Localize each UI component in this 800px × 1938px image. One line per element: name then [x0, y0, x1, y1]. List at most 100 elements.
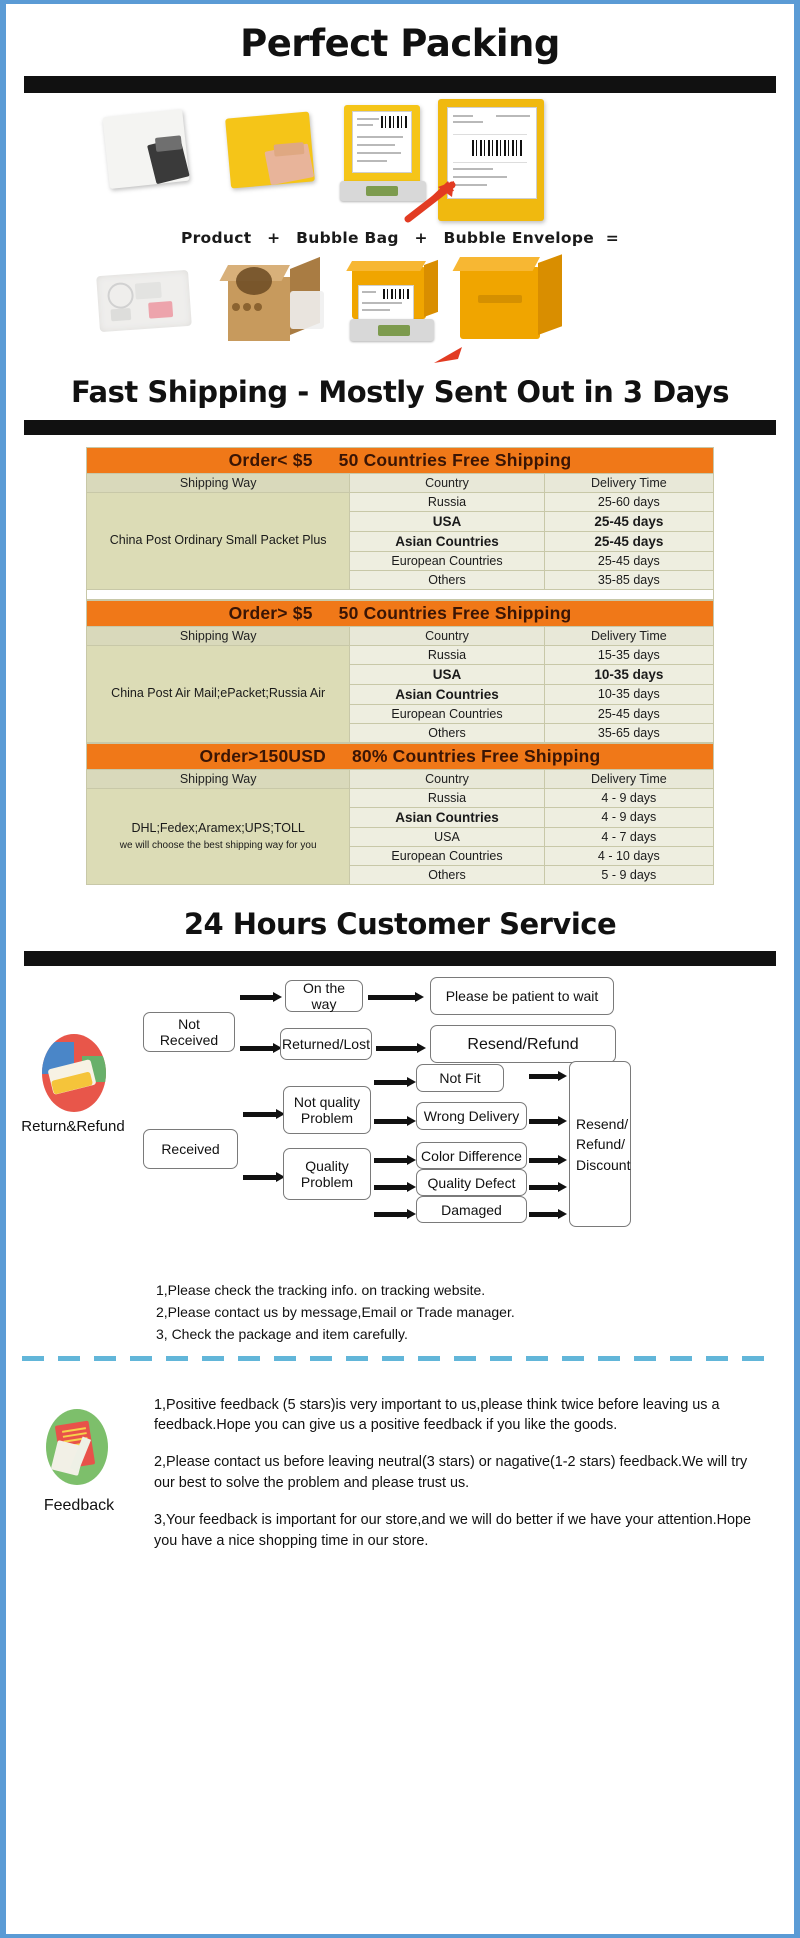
table-3-banner-right: 80% Countries Free Shipping: [351, 745, 601, 766]
table-2-country-3: European Countries: [349, 703, 545, 724]
table-2-banner-left: Order> $5: [228, 602, 313, 623]
table-1-time-1: 25-45 days: [543, 510, 715, 532]
packing-image-envelope-on-scale: [340, 104, 426, 201]
table-2-country-0: Russia: [349, 644, 545, 665]
table-1-shipping-way: China Post Ordinary Small Packet Plus: [85, 491, 351, 590]
divider-bar-1: [24, 75, 776, 93]
table-2-country-2: Asian Countries: [349, 683, 545, 705]
table-2-time-3: 25-45 days: [543, 703, 715, 724]
table-1-th-way: Shipping Way: [85, 472, 351, 493]
feedback-paragraph-2: 2,Please contact us before leaving neutr…: [154, 1454, 748, 1492]
flow-arrow-6: [243, 1172, 287, 1183]
table-3-country-3: European Countries: [349, 845, 545, 866]
table-1-time-4: 35-85 days: [543, 569, 715, 590]
packing-equation: Product + Bubble Bag + Bubble Envelope =: [6, 229, 794, 247]
feedback-label: Feedback: [43, 1496, 115, 1514]
table-3-header-row: Shipping Way Country Delivery Time: [85, 768, 715, 789]
table-3-shipping-way: DHL;Fedex;Aramex;UPS;TOLL: [131, 820, 305, 835]
eq-plus-1: +: [267, 228, 281, 247]
table-1-th-country: Country: [349, 472, 545, 493]
eq-product: Product: [180, 228, 252, 247]
packing-image-carton-box: [219, 256, 326, 343]
table-3-time-2: 4 - 7 days: [543, 826, 715, 847]
table-2-shipping-way: China Post Air Mail;ePacket;Russia Air: [85, 644, 351, 743]
flow-arrow-16: [529, 1209, 569, 1220]
flow-arrow-14: [529, 1155, 569, 1166]
table-1-country-3: European Countries: [349, 550, 545, 571]
feedback-text: 1,Positive feedback (5 stars)is very imp…: [154, 1395, 772, 1568]
table-3-th-time: Delivery Time: [543, 768, 715, 789]
flow-arrow-5: [243, 1109, 287, 1120]
flow-box-quality-problem: Quality Problem: [283, 1148, 371, 1201]
table-3-shipping-way-cell: DHL;Fedex;Aramex;UPS;TOLL we will choose…: [85, 787, 351, 885]
table-2-header-row: Shipping Way Country Delivery Time: [85, 625, 715, 646]
flow-box-damaged: Damaged: [416, 1196, 527, 1224]
flow-arrow-8: [374, 1116, 418, 1127]
shipping-table-3: Order>150USD 80% Countries Free Shipping …: [85, 742, 715, 885]
service-notes: 1,Please check the tracking info. on tra…: [156, 1280, 794, 1345]
service-note-2: 2,Please contact us by message,Email or …: [156, 1304, 515, 1321]
table-3-banner: Order>150USD 80% Countries Free Shipping: [86, 742, 714, 770]
return-refund-label: Return&Refund: [21, 1118, 125, 1136]
table-1-banner: Order< $5 50 Countries Free Shipping: [86, 446, 714, 474]
feedback-paragraph-1: 1,Positive feedback (5 stars)is very imp…: [154, 1396, 720, 1434]
heading-perfect-packing: Perfect Packing: [240, 22, 560, 65]
table-2-time-2: 10-35 days: [543, 683, 715, 705]
flow-arrow-4: [376, 1043, 428, 1054]
table-3-th-country: Country: [349, 768, 545, 789]
return-refund-flowchart: Return&Refund Not Received On the way Pl…: [6, 976, 794, 1276]
table-1-banner-left: Order< $5: [228, 449, 313, 470]
flow-arrow-12: [529, 1071, 569, 1082]
flow-box-color-difference: Color Difference: [416, 1142, 527, 1170]
flow-box-on-the-way: On the way: [285, 980, 363, 1013]
packing-images-row-2: [6, 251, 794, 371]
eq-plus-2: +: [414, 228, 428, 247]
table-1-country-2: Asian Countries: [349, 530, 545, 552]
shipping-table-1: Order< $5 50 Countries Free Shipping Ship…: [85, 446, 715, 600]
table-1-country-4: Others: [349, 569, 545, 590]
flow-box-returned-lost: Returned/Lost: [280, 1028, 372, 1061]
table-1-time-2: 25-45 days: [543, 530, 715, 552]
heading-customer-service: 24 Hours Customer Service: [183, 906, 617, 941]
shipping-tables: Order< $5 50 Countries Free Shipping Ship…: [85, 446, 715, 885]
table-1-banner-right: 50 Countries Free Shipping: [338, 449, 572, 470]
red-arrow-icon-2: [434, 346, 462, 363]
flow-arrow-13: [529, 1116, 569, 1127]
eq-bubble-envelope: Bubble Envelope: [443, 228, 595, 247]
packing-image-white-mailer: [102, 108, 190, 189]
table-3-banner-left: Order>150USD: [199, 745, 326, 766]
table-3-country-2: USA: [349, 826, 545, 847]
table-3-shipping-way-sub: we will choose the best shipping way for…: [119, 839, 317, 851]
table-2-banner: Order> $5 50 Countries Free Shipping: [86, 599, 714, 627]
flow-arrow-11: [374, 1209, 418, 1220]
flow-box-please-wait: Please be patient to wait: [430, 977, 614, 1016]
packing-images-row-1: [6, 98, 794, 227]
table-2-th-way: Shipping Way: [85, 625, 351, 646]
flow-box-not-received: Not Received: [143, 1012, 235, 1053]
flow-arrow-2: [368, 992, 426, 1003]
eq-bubble-bag: Bubble Bag: [296, 228, 399, 247]
flow-arrow-3: [240, 1043, 284, 1054]
feedback-section: Feedback 1,Positive feedback (5 stars)is…: [6, 1379, 794, 1629]
dashed-divider: [22, 1355, 778, 1361]
table-2-banner-right: 50 Countries Free Shipping: [338, 602, 572, 623]
eq-equals: =: [605, 228, 620, 247]
table-2-time-1: 10-35 days: [543, 663, 715, 685]
heading-fast-shipping: Fast Shipping - Mostly Sent Out in 3 Day…: [70, 374, 730, 409]
flow-box-not-quality-problem: Not quality Problem: [283, 1086, 371, 1135]
service-note-1: 1,Please check the tracking info. on tra…: [156, 1282, 486, 1299]
table-1-time-0: 25-60 days: [543, 491, 715, 512]
packing-image-bubble-bag: [225, 111, 315, 189]
flow-arrow-10: [374, 1182, 418, 1193]
table-1-header-row: Shipping Way Country Delivery Time: [85, 472, 715, 493]
table-2-time-0: 15-35 days: [543, 644, 715, 665]
table-row: China Post Air Mail;ePacket;Russia Air R…: [85, 644, 715, 743]
flow-arrow-7: [374, 1077, 418, 1088]
packing-image-bubble-wrapped-items: [96, 269, 192, 332]
table-1-country-1: USA: [349, 510, 545, 532]
table-row: China Post Ordinary Small Packet Plus Ru…: [85, 491, 715, 590]
red-arrow-icon: [404, 180, 456, 223]
service-note-3: 3, Check the package and item carefully.: [156, 1325, 408, 1342]
flow-box-resend-refund: Resend/Refund: [430, 1025, 616, 1064]
feedback-paragraph-3: 3,Your feedback is important for our sto…: [154, 1512, 752, 1549]
